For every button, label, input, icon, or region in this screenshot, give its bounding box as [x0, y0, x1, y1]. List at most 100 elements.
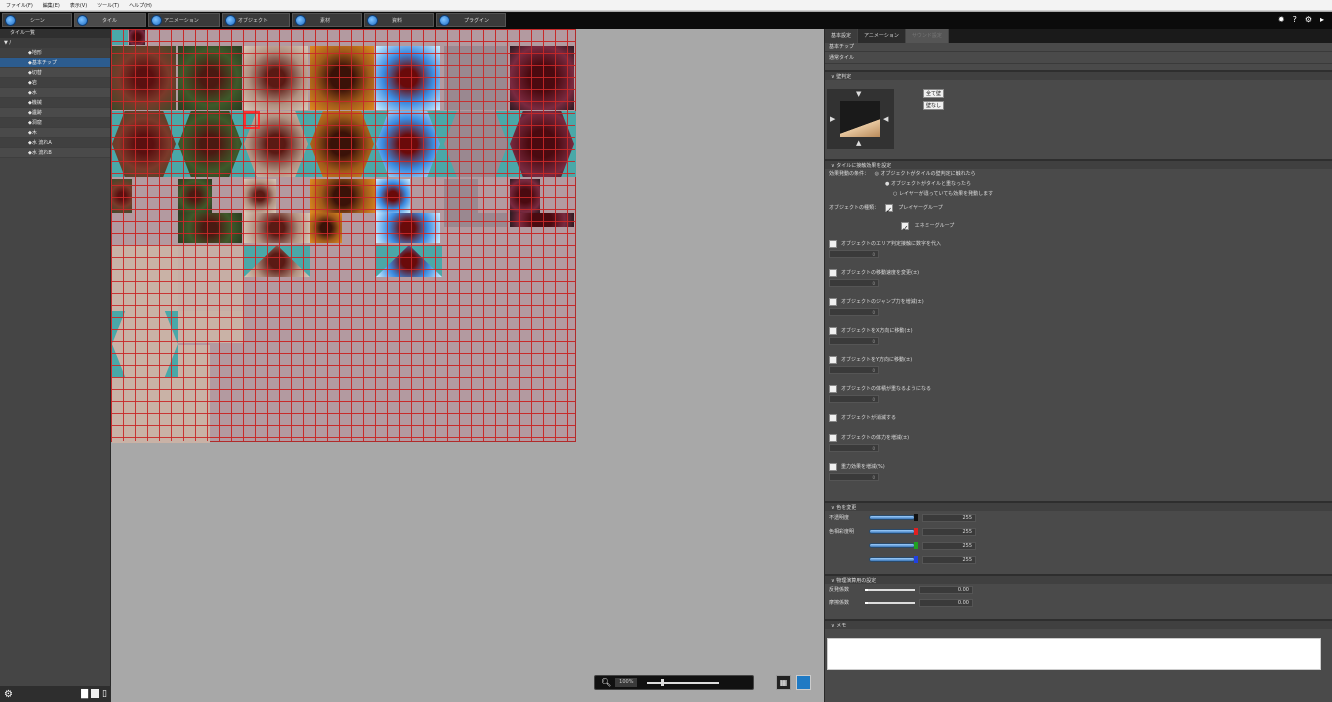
effect-checkbox[interactable] — [829, 462, 837, 471]
effect-value-input[interactable]: 0 — [829, 336, 879, 345]
tree-item[interactable]: ◆洞窟 — [0, 118, 110, 128]
tab-animation[interactable]: アニメーション — [148, 13, 220, 27]
tile-chip[interactable] — [111, 29, 128, 45]
settings-gear-icon[interactable]: ⚙ — [4, 689, 13, 700]
gear-icon[interactable]: ⚙ — [1305, 15, 1312, 24]
effect-value-input[interactable]: 0 — [829, 365, 879, 374]
menu-edit[interactable]: 編集(E) — [43, 2, 60, 9]
enemy-group-checkbox[interactable] — [901, 220, 909, 238]
sun-icon[interactable]: ✹ — [1278, 15, 1285, 24]
tile-chip[interactable] — [112, 111, 176, 177]
bg-color-button[interactable] — [796, 675, 811, 690]
color-value-input[interactable]: 255 — [922, 513, 976, 522]
tile-chip[interactable] — [244, 213, 310, 243]
tile-chip[interactable] — [112, 377, 210, 443]
section-effect[interactable]: ∨ タイルに接触効果を設定 — [825, 159, 1332, 169]
tileset-canvas[interactable] — [111, 29, 576, 443]
tile-chip[interactable] — [244, 179, 276, 213]
tile-chip[interactable] — [178, 111, 242, 177]
tab-animation-settings[interactable]: アニメーション — [858, 29, 906, 43]
tile-chip[interactable] — [112, 311, 178, 377]
tile-chip[interactable] — [444, 179, 478, 213]
grid-icon[interactable]: ▦ — [776, 675, 791, 690]
menu-tools[interactable]: ツール(T) — [97, 2, 119, 9]
color-slider[interactable] — [869, 557, 915, 562]
tab-reference[interactable]: 資料 — [364, 13, 434, 27]
effect-checkbox[interactable] — [829, 297, 837, 306]
menu-view[interactable]: 表示(V) — [70, 2, 87, 9]
arrow-left-icon[interactable]: ◀ — [883, 115, 888, 123]
tab-scene[interactable]: シーン — [2, 13, 72, 27]
tree-item[interactable]: ◆切替 — [0, 68, 110, 78]
effect-value-input[interactable]: 0 — [829, 394, 879, 403]
arrow-up-icon[interactable]: ▲ — [856, 139, 861, 147]
arrow-right-icon[interactable]: ▶ — [830, 115, 835, 123]
tile-chip[interactable] — [178, 345, 210, 377]
tile-chip[interactable] — [310, 179, 376, 213]
tab-tile[interactable]: タイル — [74, 13, 146, 27]
tile-chip[interactable] — [510, 111, 574, 177]
effect-checkbox[interactable] — [829, 239, 837, 248]
section-physics[interactable]: ∨ 物理演算用の設定 — [825, 574, 1332, 584]
tile-chip[interactable] — [112, 179, 132, 213]
zoom-slider-track[interactable] — [647, 681, 720, 684]
condition-touch-wall[interactable]: ◎ オブジェクトがタイルの壁判定に触れたら — [875, 171, 976, 177]
no-wall-button[interactable]: 壁なし — [923, 101, 945, 110]
physics-value-input[interactable]: 0.00 — [919, 585, 973, 594]
menu-help[interactable]: ヘルプ(H) — [129, 2, 152, 9]
physics-slider[interactable] — [865, 601, 915, 604]
tile-chip[interactable] — [112, 46, 176, 110]
tile-chip[interactable] — [510, 213, 574, 227]
tree-item[interactable]: ◆岩 — [0, 78, 110, 88]
new-tile-icon[interactable] — [91, 689, 100, 698]
tile-chip[interactable] — [444, 213, 508, 227]
effect-checkbox[interactable] — [829, 326, 837, 335]
tree-item[interactable]: ◆水 流れB — [0, 148, 110, 158]
tree-item[interactable]: ◆木 — [0, 128, 110, 138]
tile-chip[interactable] — [444, 46, 508, 110]
collision-editor[interactable]: ▼ ▲ ▶ ◀ — [827, 89, 894, 149]
color-value-input[interactable]: 255 — [922, 541, 976, 550]
menu-file[interactable]: ファイル(F) — [6, 2, 33, 9]
tile-chip[interactable] — [178, 213, 242, 243]
tile-chip[interactable] — [444, 111, 508, 177]
tree-item[interactable]: ◆機械 — [0, 98, 110, 108]
effect-checkbox[interactable] — [829, 268, 837, 277]
add-folder-icon[interactable]: ▇ — [81, 689, 88, 699]
memo-textarea[interactable] — [827, 638, 1321, 670]
tile-type[interactable]: 通常タイル — [825, 52, 1332, 64]
tile-chip[interactable] — [244, 46, 308, 110]
tree-item[interactable]: ◆地形 — [0, 48, 110, 58]
color-slider[interactable] — [869, 515, 915, 520]
tab-object[interactable]: オブジェクト — [222, 13, 290, 27]
effect-checkbox[interactable] — [829, 433, 837, 442]
tab-basic-settings[interactable]: 基本設定 — [825, 29, 859, 43]
arrow-down-icon[interactable]: ▼ — [856, 90, 861, 98]
help-icon[interactable]: ? — [1293, 15, 1297, 24]
tile-chip[interactable] — [129, 29, 145, 45]
tile-chip[interactable] — [376, 179, 410, 213]
physics-slider[interactable] — [865, 588, 915, 591]
tile-chip[interactable] — [310, 46, 374, 110]
effect-value-input[interactable]: 0 — [829, 472, 879, 481]
tile-chip[interactable] — [376, 213, 440, 243]
effect-checkbox[interactable] — [829, 384, 837, 393]
delete-icon[interactable]: ▯ — [102, 689, 107, 699]
tab-plugin[interactable]: プラグイン — [436, 13, 506, 27]
tree-item[interactable]: ◆遺跡 — [0, 108, 110, 118]
effect-value-input[interactable]: 0 — [829, 249, 879, 258]
color-slider[interactable] — [869, 529, 915, 534]
tile-chip[interactable] — [112, 245, 178, 311]
color-value-input[interactable]: 255 — [922, 527, 976, 536]
tree-item[interactable]: ◆水 — [0, 88, 110, 98]
tile-chip[interactable] — [510, 46, 574, 110]
physics-value-input[interactable]: 0.00 — [919, 598, 973, 607]
condition-overlap[interactable]: ● オブジェクトがタイルと重なったら — [825, 179, 1332, 189]
effect-value-input[interactable]: 0 — [829, 278, 879, 287]
play-icon[interactable]: ▸ — [1320, 15, 1324, 24]
condition-any-layer[interactable]: ○ レイヤーが違っていても効果を発動します — [825, 189, 1332, 199]
tile-chip[interactable] — [376, 46, 440, 110]
tile-chip[interactable] — [178, 46, 242, 110]
tile-chip[interactable] — [376, 111, 440, 177]
tree-item-selected[interactable]: ◆基本チップ — [0, 58, 110, 68]
